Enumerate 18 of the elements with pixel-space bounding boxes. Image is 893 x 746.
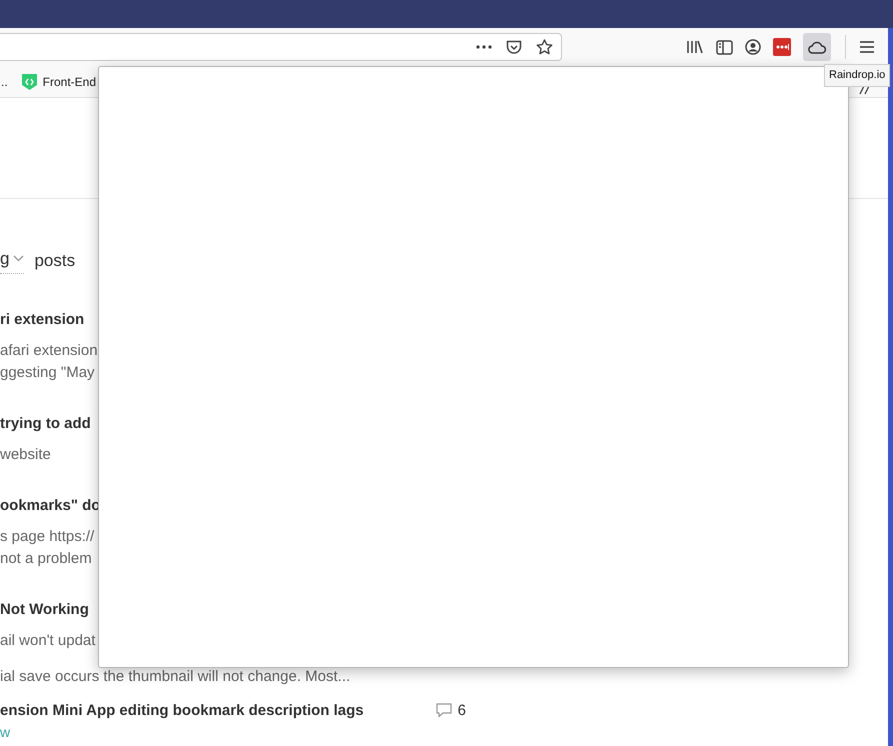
post-title[interactable]: ension Mini App editing bookmark description lags <box>0 700 364 721</box>
post-excerpt: afari extension <box>0 340 99 360</box>
post-excerpt: s page https:// <box>0 526 96 546</box>
bookmark-item[interactable]: .. <box>1 72 8 90</box>
posts-label: posts <box>34 250 76 272</box>
bookmark-item[interactable]: Front-End <box>42 72 96 90</box>
post-title[interactable]: trying to add <box>0 414 91 434</box>
tooltip: Raindrop.io <box>824 64 890 86</box>
comment-count: 6 <box>458 700 466 720</box>
post-excerpt: not a problem <box>0 548 93 568</box>
post-title[interactable]: Not Working <box>0 600 89 620</box>
post-title[interactable]: ri extension <box>0 310 84 330</box>
sort-dropdown[interactable]: g <box>0 246 24 274</box>
post-excerpt: ggesting "May <box>0 362 96 382</box>
post-excerpt: w <box>0 724 12 740</box>
post-excerpt: ail won't updat <box>0 630 96 650</box>
post-excerpt: ial save occurs the thumbnail will not change. Most... <box>0 668 352 686</box>
post-excerpt: website <box>0 444 52 464</box>
